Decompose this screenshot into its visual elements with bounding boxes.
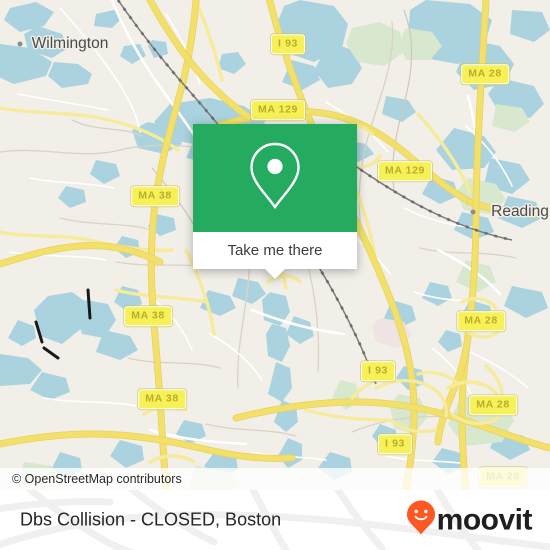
road-shield-ma38[interactable]: MA 38: [124, 306, 172, 326]
popup-image-area: [193, 124, 357, 232]
attribution-text[interactable]: © OpenStreetMap contributors: [12, 472, 182, 486]
place-label-reading: Reading: [491, 203, 549, 220]
moovit-smiley-pin-icon: [406, 500, 436, 541]
location-popup-card[interactable]: Take me there: [193, 124, 357, 279]
footer-bar: Dbs Collision - CLOSED, Boston moovit: [0, 490, 550, 550]
map-canvas[interactable]: .w { fill:#aad3df; } .wl { fill:none; st…: [0, 0, 550, 490]
road-shield-ma28[interactable]: MA 28: [461, 64, 509, 84]
place-label-wilmington: Wilmington: [31, 35, 109, 52]
take-me-there-label: Take me there: [227, 242, 323, 259]
popup-pointer-tail: [264, 268, 286, 279]
road-shield-ma28[interactable]: MA 28: [457, 311, 505, 331]
road-shield-ma129[interactable]: MA 129: [378, 161, 432, 181]
map-pin-icon: [247, 141, 303, 216]
place-dot-reading: [470, 209, 476, 215]
road-shield-ma38[interactable]: MA 38: [138, 389, 186, 409]
place-dot-wilmington: [17, 41, 23, 47]
map-page: .w { fill:#aad3df; } .wl { fill:none; st…: [0, 0, 550, 550]
place-title: Dbs Collision - CLOSED, Boston: [20, 509, 282, 530]
road-shield-i93[interactable]: I 93: [378, 434, 412, 454]
moovit-wordmark: moovit: [436, 503, 533, 536]
road-shield-ma129[interactable]: MA 129: [251, 100, 305, 120]
road-shield-ma38[interactable]: MA 38: [131, 186, 179, 206]
popup-action-area[interactable]: Take me there: [193, 232, 357, 279]
road-shield-ma28[interactable]: MA 28: [469, 395, 517, 415]
road-shield-i93[interactable]: I 93: [271, 34, 305, 54]
map-attribution-bar: © OpenStreetMap contributors: [0, 468, 550, 490]
moovit-brand[interactable]: moovit: [406, 500, 533, 541]
road-shield-i93[interactable]: I 93: [361, 361, 395, 381]
